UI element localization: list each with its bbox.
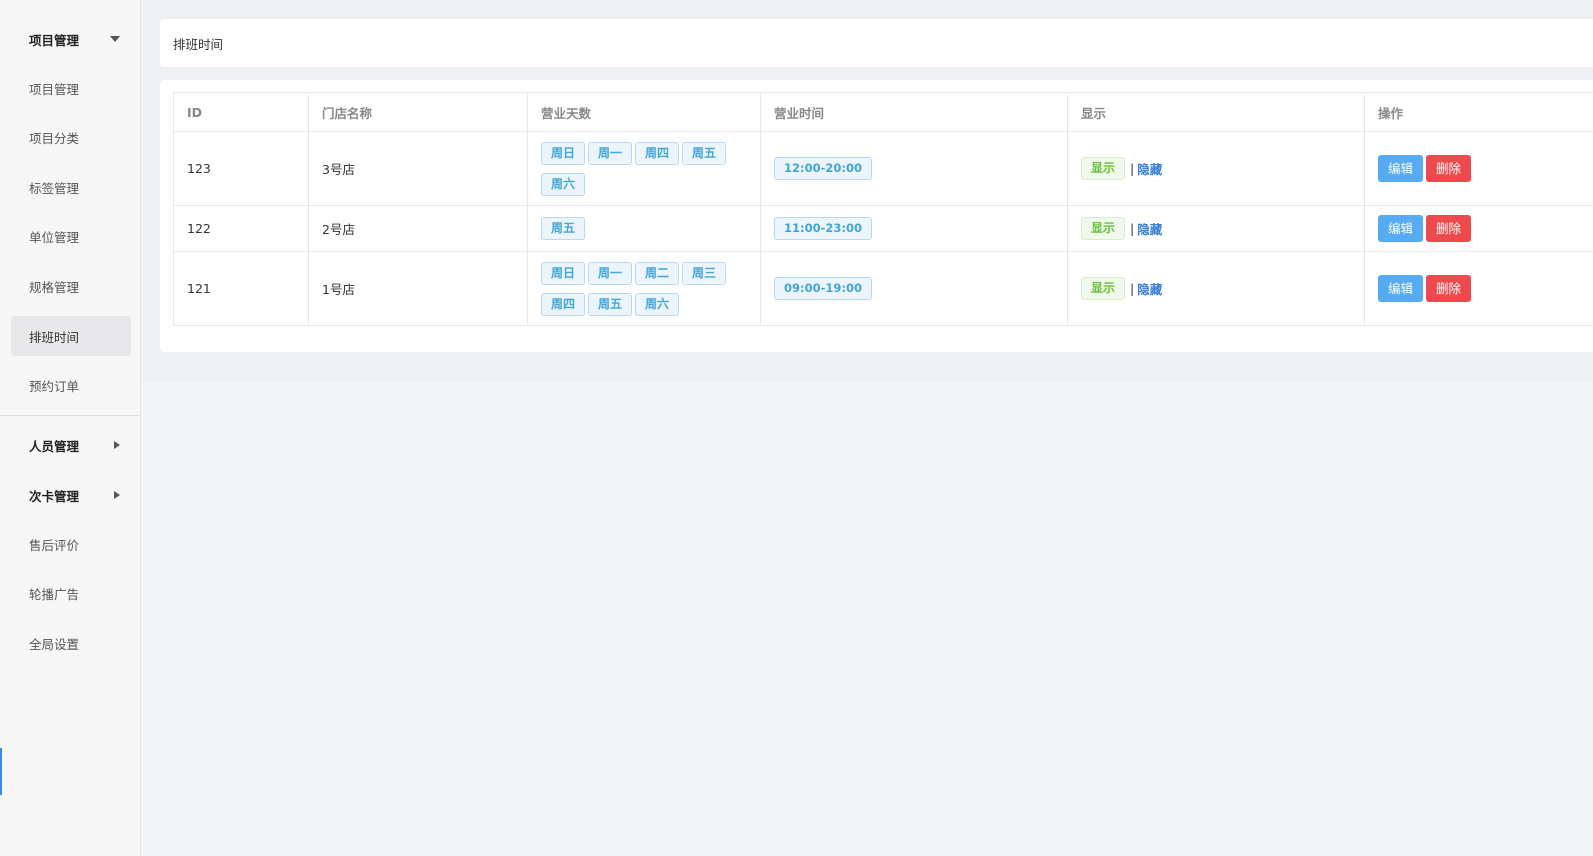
- day-tag: 周一: [588, 141, 633, 165]
- sidebar-item-spec-management[interactable]: 规格管理: [0, 266, 140, 306]
- column-header-business-days: 营业天数: [527, 92, 761, 132]
- edit-button[interactable]: 编辑: [1378, 215, 1424, 242]
- hide-link[interactable]: 隐藏: [1137, 162, 1162, 177]
- sidebar-item-booking-orders[interactable]: 预约订单: [0, 365, 140, 405]
- sidebar-item-carousel-ads[interactable]: 轮播广告: [0, 573, 140, 613]
- sidebar-item-label: 规格管理: [29, 279, 80, 295]
- sidebar-item-label: 项目分类: [29, 130, 80, 146]
- sidebar-divider: [0, 415, 140, 416]
- sidebar-group-project-management[interactable]: 项目管理: [0, 19, 140, 59]
- sidebar-item-label: 轮播广告: [29, 586, 80, 602]
- sidebar-item-label: 标签管理: [29, 180, 80, 196]
- sidebar-item-tag-management[interactable]: 标签管理: [0, 167, 140, 207]
- day-tag: 周五: [588, 292, 633, 316]
- cell-id: 121: [173, 251, 309, 326]
- sidebar-group-card-management[interactable]: 次卡管理: [0, 475, 140, 515]
- cell-store-name: 3号店: [308, 131, 528, 206]
- column-header-actions: 操作: [1364, 92, 1593, 132]
- day-tag: 周四: [635, 141, 680, 165]
- cell-business-hours: 12:00-20:00: [760, 131, 1068, 206]
- column-header-business-hours: 营业时间: [760, 92, 1068, 132]
- hide-link[interactable]: 隐藏: [1137, 222, 1162, 237]
- hours-tag: 09:00-19:00: [774, 277, 872, 300]
- page-title-card: 排班时间: [160, 19, 1593, 67]
- day-tag: 周一: [588, 261, 633, 285]
- day-tag: 周六: [635, 292, 680, 316]
- hours-tag: 11:00-23:00: [774, 217, 872, 240]
- separator: |: [1130, 281, 1135, 296]
- day-tag: 周三: [682, 261, 727, 285]
- column-header-display: 显示: [1067, 92, 1365, 132]
- sidebar-item-label: 预约订单: [29, 378, 80, 394]
- day-tag: 周日: [541, 141, 586, 165]
- hide-link[interactable]: 隐藏: [1137, 282, 1162, 297]
- sidebar-item-label: 项目管理: [29, 81, 80, 97]
- table-card: ID 门店名称 营业天数 营业时间 显示 操作 123 3号店 周日 周一 周四…: [160, 80, 1593, 352]
- day-tag: 周日: [541, 261, 586, 285]
- cell-business-hours: 11:00-23:00: [760, 205, 1068, 252]
- sidebar: 项目管理 项目管理 项目分类 标签管理 单位管理 规格管理 排班时间 预约订单 …: [0, 0, 141, 856]
- cell-business-days: 周日 周一 周二 周三 周四 周五 周六: [527, 251, 761, 326]
- cell-store-name: 2号店: [308, 205, 528, 252]
- table-header-row: ID 门店名称 营业天数 营业时间 显示 操作: [173, 92, 1593, 132]
- table-row: 121 1号店 周日 周一 周二 周三 周四 周五 周六 09:00-19:00…: [173, 251, 1593, 326]
- sidebar-item-schedule-time[interactable]: 排班时间: [11, 316, 131, 356]
- column-header-store-name: 门店名称: [308, 92, 528, 132]
- separator: |: [1130, 161, 1135, 176]
- column-header-id: ID: [173, 92, 309, 132]
- day-tag: 周二: [635, 261, 680, 285]
- cell-business-days: 周日 周一 周四 周五 周六: [527, 131, 761, 206]
- sidebar-group-label: 项目管理: [29, 32, 80, 48]
- page-title: 排班时间: [173, 36, 224, 52]
- sidebar-item-label: 单位管理: [29, 229, 80, 245]
- main-content: 排班时间 ID 门店名称 营业天数 营业时间 显示 操作 123 3号店 周日 …: [141, 0, 1593, 856]
- chevron-right-icon: [114, 440, 120, 449]
- day-tag: 周五: [682, 141, 727, 165]
- table-row: 122 2号店 周五 11:00-23:00 显示 | 隐藏 编辑 删除: [173, 205, 1593, 252]
- day-tag: 周六: [541, 172, 586, 196]
- chevron-down-icon: [110, 36, 120, 42]
- sidebar-item-label: 全局设置: [29, 636, 80, 652]
- day-tag: 周五: [541, 217, 586, 240]
- sidebar-group-staff-management[interactable]: 人员管理: [0, 425, 140, 465]
- table-row: 123 3号店 周日 周一 周四 周五 周六 12:00-20:00 显示 | …: [173, 131, 1593, 206]
- sidebar-item-project-management[interactable]: 项目管理: [0, 68, 140, 108]
- show-status-tag[interactable]: 显示: [1081, 277, 1126, 300]
- separator: |: [1130, 221, 1135, 236]
- edit-button[interactable]: 编辑: [1378, 155, 1424, 182]
- cell-display: 显示 | 隐藏: [1067, 251, 1365, 326]
- delete-button[interactable]: 删除: [1426, 275, 1472, 302]
- sidebar-item-label: 售后评价: [29, 537, 80, 553]
- sidebar-item-global-settings[interactable]: 全局设置: [0, 623, 140, 663]
- cell-business-days: 周五: [527, 205, 761, 252]
- sidebar-item-unit-management[interactable]: 单位管理: [0, 216, 140, 256]
- cell-display: 显示 | 隐藏: [1067, 205, 1365, 252]
- sidebar-item-label: 排班时间: [29, 329, 80, 345]
- sidebar-item-project-category[interactable]: 项目分类: [0, 117, 140, 157]
- cell-display: 显示 | 隐藏: [1067, 131, 1365, 206]
- cell-actions: 编辑 删除: [1364, 251, 1593, 326]
- cell-actions: 编辑 删除: [1364, 205, 1593, 252]
- sidebar-item-after-sales-review[interactable]: 售后评价: [0, 524, 140, 564]
- chevron-right-icon: [114, 490, 120, 499]
- edit-button[interactable]: 编辑: [1378, 275, 1424, 302]
- delete-button[interactable]: 删除: [1426, 155, 1472, 182]
- cell-store-name: 1号店: [308, 251, 528, 326]
- cell-id: 123: [173, 131, 309, 206]
- delete-button[interactable]: 删除: [1426, 215, 1472, 242]
- hours-tag: 12:00-20:00: [774, 157, 872, 180]
- schedule-table: ID 门店名称 营业天数 营业时间 显示 操作 123 3号店 周日 周一 周四…: [173, 92, 1593, 326]
- sidebar-group-label: 人员管理: [29, 438, 80, 454]
- sidebar-group-label: 次卡管理: [29, 488, 80, 504]
- show-status-tag[interactable]: 显示: [1081, 217, 1126, 240]
- cell-id: 122: [173, 205, 309, 252]
- scroll-indicator: [0, 748, 2, 795]
- day-tag: 周四: [541, 292, 586, 316]
- cell-business-hours: 09:00-19:00: [760, 251, 1068, 326]
- cell-actions: 编辑 删除: [1364, 131, 1593, 206]
- show-status-tag[interactable]: 显示: [1081, 157, 1126, 180]
